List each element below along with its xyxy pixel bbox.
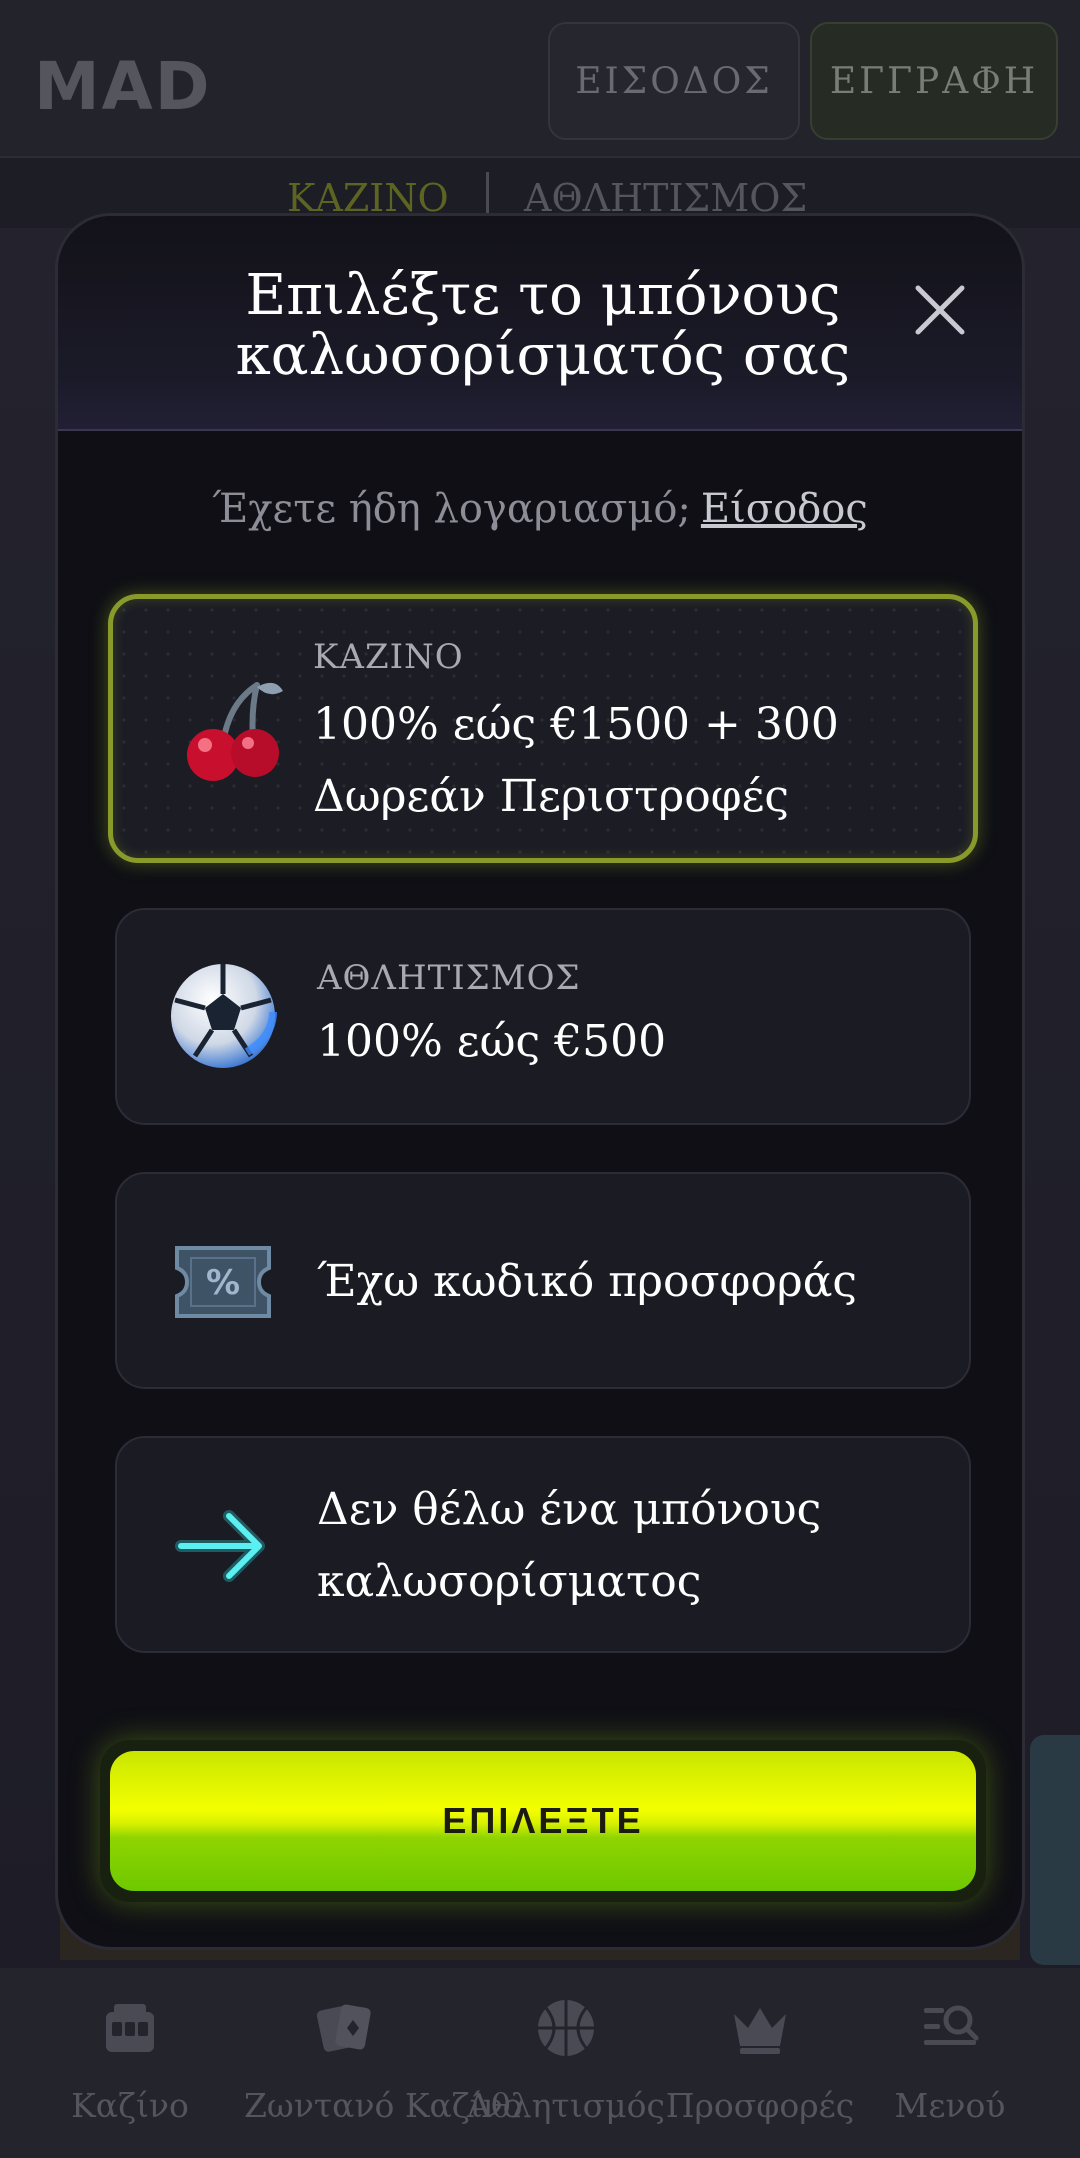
header-register-button[interactable]: ΕΓΓΡΑΦΗ xyxy=(810,22,1058,140)
nav-item-casino[interactable]: Καζίνο xyxy=(30,1996,230,2125)
tab-divider xyxy=(486,172,489,216)
bonus-option-no-bonus-line-1: Δεν θέλω ένα μπόνους xyxy=(317,1484,822,1535)
select-bonus-button[interactable]: ΕΠΙΛΕΞΤΕ xyxy=(110,1751,976,1891)
modal-title-line-1: Επιλέξτε το μπόνους xyxy=(245,263,841,328)
modal-title: Επιλέξτε το μπόνους καλωσορίσματός σας xyxy=(158,266,928,386)
bottom-navigation: Καζίνο Ζωντανό Καζίνο Αθλητισμός Προσφορ… xyxy=(0,1968,1080,2158)
modal-header: Επιλέξτε το μπόνους καλωσορίσματός σας xyxy=(58,216,1022,431)
arrow-right-icon xyxy=(175,1510,265,1582)
nav-item-live-casino[interactable]: Ζωντανό Καζίνο xyxy=(244,1996,523,2125)
cherry-icon xyxy=(187,682,283,781)
bonus-option-casino[interactable]: ΚΑΖΙΝΟ 100% εώς €1500 + 300 Δωρεάν Περισ… xyxy=(108,594,978,863)
bonus-option-no-bonus[interactable]: Δεν θέλω ένα μπόνους καλωσορίσματος xyxy=(115,1436,971,1653)
background-banner xyxy=(1030,1735,1080,1965)
bonus-option-no-bonus-line-2: καλωσορίσματος xyxy=(317,1556,702,1607)
site-header: MAD ΕΙΣΟΔΟΣ ΕΓΓΡΑΦΗ xyxy=(0,0,1080,158)
bonus-option-promo-code-text: Έχω κωδικό προσφοράς xyxy=(317,1256,858,1307)
modal-title-line-2: καλωσορίσματός σας xyxy=(235,323,851,388)
svg-text:%: % xyxy=(206,1263,240,1303)
bonus-option-sports-label: ΑΘΛΗΤΙΣΜΟΣ xyxy=(317,958,581,998)
nav-item-sports[interactable]: Αθλητισμός xyxy=(466,1996,666,2125)
bonus-option-casino-line-1: 100% εώς €1500 + 300 xyxy=(313,699,839,750)
nav-label-live-casino: Ζωντανό Καζίνο xyxy=(244,2086,523,2125)
have-account-line: Έχετε ήδη λογαριασμό; Είσοδος xyxy=(58,486,1022,532)
soccer-ball-icon xyxy=(171,964,277,1068)
have-account-text: Έχετε ήδη λογαριασμό; xyxy=(212,486,691,532)
bonus-option-casino-text: 100% εώς €1500 + 300 Δωρεάν Περιστροφές xyxy=(313,689,933,833)
bonus-option-casino-label: ΚΑΖΙΝΟ xyxy=(313,637,464,677)
nav-item-menu[interactable]: Μενού xyxy=(850,1996,1050,2125)
bonus-option-no-bonus-text: Δεν θέλω ένα μπόνους καλωσορίσματος xyxy=(317,1474,937,1618)
nav-label-casino: Καζίνο xyxy=(71,2086,189,2125)
nav-item-promotions[interactable]: Προσφορές xyxy=(660,1996,860,2125)
close-icon[interactable] xyxy=(910,280,970,340)
nav-label-menu: Μενού xyxy=(894,2086,1006,2125)
promo-ticket-icon: % xyxy=(175,1246,271,1318)
welcome-bonus-modal: Επιλέξτε το μπόνους καλωσορίσματός σας Έ… xyxy=(55,213,1025,1950)
bonus-option-sports[interactable]: ΑΘΛΗΤΙΣΜΟΣ 100% εώς €500 xyxy=(115,908,971,1125)
menu-search-icon xyxy=(924,2005,979,2045)
basketball-icon xyxy=(538,2000,594,2056)
slot-machine-icon xyxy=(106,2004,154,2052)
crown-icon xyxy=(734,2008,786,2054)
login-link[interactable]: Είσοδος xyxy=(701,486,868,532)
nav-label-promotions: Προσφορές xyxy=(665,2086,855,2125)
cards-icon xyxy=(316,2004,371,2052)
header-login-button[interactable]: ΕΙΣΟΔΟΣ xyxy=(548,22,800,140)
logo: MAD xyxy=(34,48,212,125)
bonus-option-sports-text: 100% εώς €500 xyxy=(317,1016,667,1067)
nav-label-sports: Αθλητισμός xyxy=(467,2086,665,2125)
bonus-option-promo-code[interactable]: % Έχω κωδικό προσφοράς xyxy=(115,1172,971,1389)
bonus-option-casino-line-2: Δωρεάν Περιστροφές xyxy=(313,771,790,822)
